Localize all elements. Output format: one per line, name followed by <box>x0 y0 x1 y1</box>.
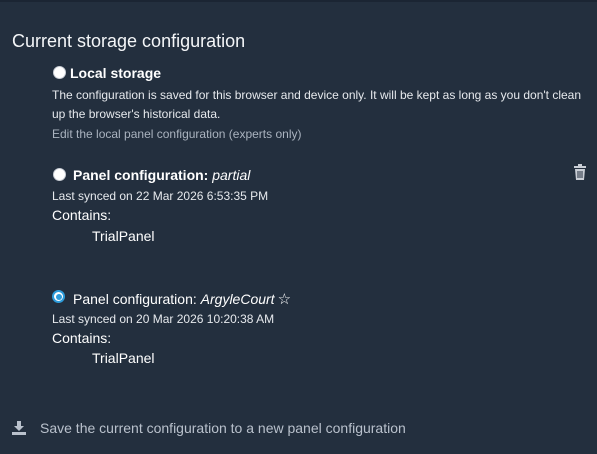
trash-icon[interactable] <box>573 164 587 180</box>
local-storage-radio[interactable] <box>53 66 66 79</box>
top-divider <box>0 0 597 2</box>
star-icon[interactable]: ☆ <box>278 290 291 308</box>
download-icon <box>12 421 26 435</box>
config-name: ArgyleCourt <box>200 291 275 307</box>
config-partial-radio[interactable] <box>53 168 66 181</box>
config-name: partial <box>212 167 251 183</box>
config-argylecourt-synced: Last synced on 20 Mar 2026 10:20:38 AM <box>52 312 275 326</box>
config-partial-label[interactable]: Panel configuration: partial <box>73 167 250 183</box>
config-label-prefix: Panel configuration: <box>73 291 197 307</box>
save-new-config-button[interactable]: Save the current configuration to a new … <box>12 419 406 437</box>
config-argylecourt-radio[interactable] <box>52 290 65 303</box>
local-storage-label[interactable]: Local storage <box>70 65 161 81</box>
config-argylecourt-contains-label: Contains: <box>52 330 112 346</box>
config-partial-synced: Last synced on 22 Mar 2026 6:53:35 PM <box>52 189 269 203</box>
config-partial-panel-item: TrialPanel <box>92 228 155 244</box>
config-argylecourt-panel-item: TrialPanel <box>92 350 155 366</box>
edit-local-config-link[interactable]: Edit the local panel configuration (expe… <box>52 127 301 141</box>
page-title: Current storage configuration <box>12 31 246 51</box>
config-partial-contains-label: Contains: <box>52 207 112 223</box>
config-label-prefix: Panel configuration: <box>73 167 209 183</box>
config-argylecourt-label[interactable]: Panel configuration: ArgyleCourt ☆ <box>73 290 291 308</box>
save-new-config-label: Save the current configuration to a new … <box>40 420 406 436</box>
local-storage-description-line2: up the browser's historical data. <box>52 107 221 121</box>
local-storage-description-line1: The configuration is saved for this brow… <box>52 88 582 102</box>
